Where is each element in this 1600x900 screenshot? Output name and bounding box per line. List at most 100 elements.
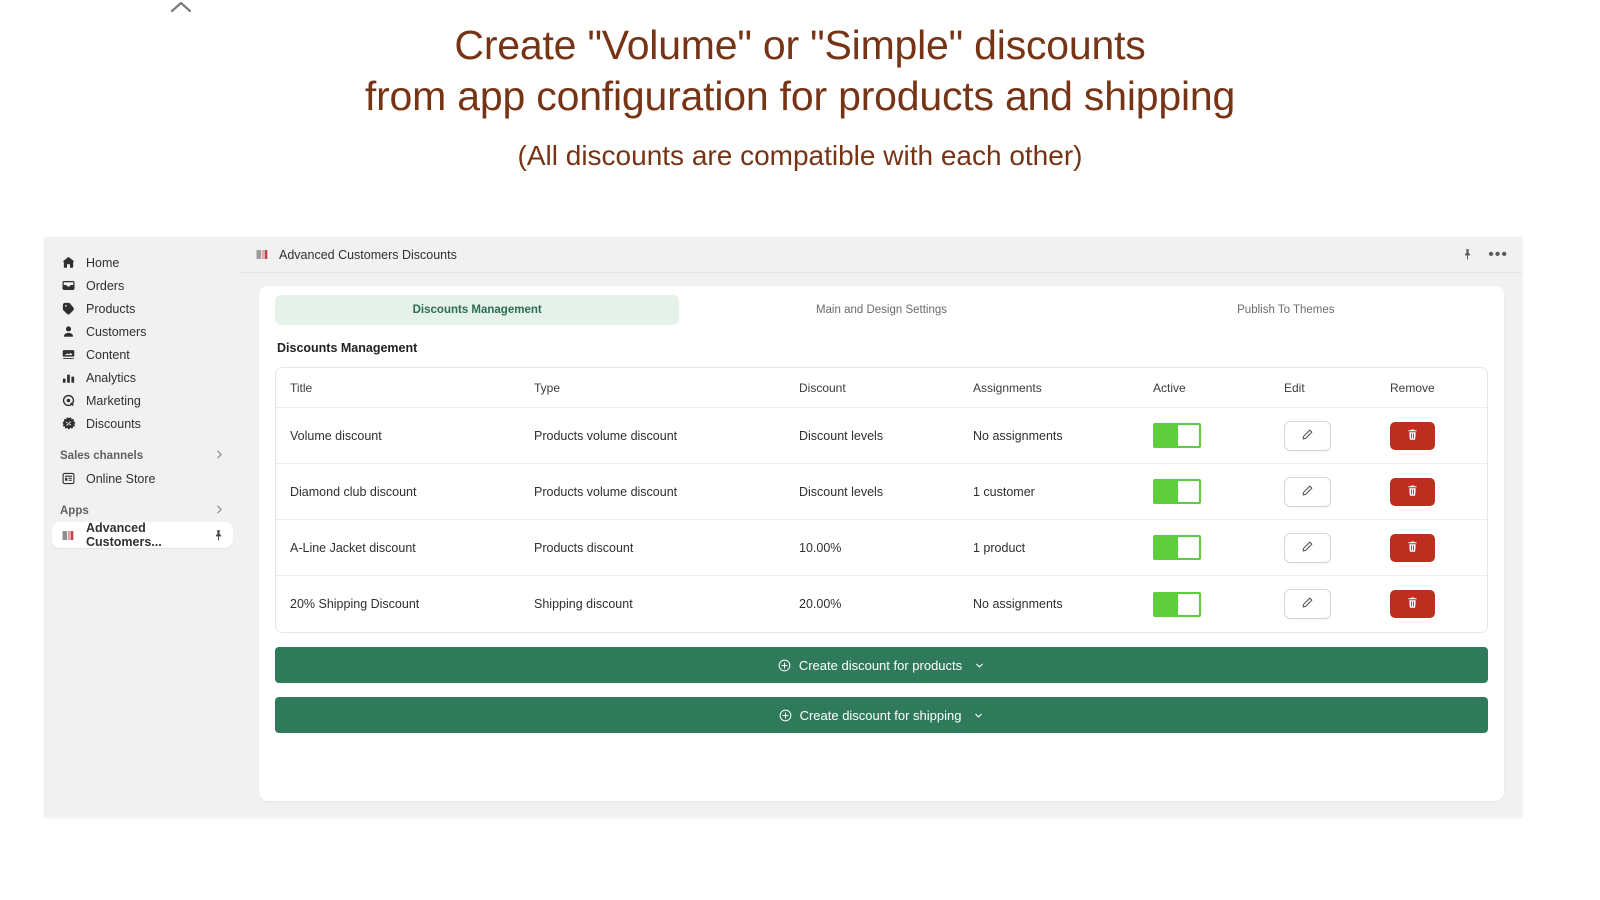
trash-icon xyxy=(1406,596,1419,612)
page-subheadline: (All discounts are compatible with each … xyxy=(517,140,1083,171)
cell-discount: 10.00% xyxy=(799,540,842,555)
toggle-knob xyxy=(1178,425,1199,446)
active-toggle[interactable] xyxy=(1153,535,1201,560)
cell-assignments: No assignments xyxy=(973,428,1063,443)
remove-button[interactable] xyxy=(1390,590,1435,618)
table-row: A-Line Jacket discount Products discount… xyxy=(276,520,1487,576)
create-discount-for-shipping-button[interactable]: Create discount for shipping xyxy=(275,697,1488,733)
cell-type: Products volume discount xyxy=(534,428,678,443)
toggle-knob xyxy=(1178,481,1199,502)
orders-inbox-icon xyxy=(60,277,77,294)
cell-type: Products volume discount xyxy=(534,484,678,499)
cell-remove xyxy=(1390,477,1473,506)
create-discount-for-products-button[interactable]: Create discount for products xyxy=(275,647,1488,683)
app-content-column: Advanced Customers Discounts ••• Discoun… xyxy=(241,237,1522,817)
sidebar-section-apps[interactable]: Apps xyxy=(60,504,225,518)
trash-icon xyxy=(1406,540,1419,556)
cell-type: Shipping discount xyxy=(534,597,633,611)
edit-button[interactable] xyxy=(1284,589,1331,619)
tab-discounts-management[interactable]: Discounts Management xyxy=(275,295,680,325)
active-toggle[interactable] xyxy=(1153,591,1201,617)
cell-title: Diamond club discount xyxy=(290,484,417,499)
sidebar-item-label: Marketing xyxy=(86,393,141,408)
cell-edit xyxy=(1284,476,1390,507)
tab-main-and-design-settings[interactable]: Main and Design Settings xyxy=(679,295,1083,325)
sidebar-item-online-store[interactable]: Online Store xyxy=(52,467,233,490)
bar-chart-icon xyxy=(60,369,77,386)
sidebar-item-label: Orders xyxy=(86,278,125,293)
discounts-table: Title Type Discount Assignments Active E… xyxy=(275,367,1488,633)
pin-icon[interactable] xyxy=(212,529,225,542)
pin-icon[interactable] xyxy=(1461,248,1474,261)
chevron-down-icon xyxy=(974,660,985,671)
more-horizontal-icon[interactable]: ••• xyxy=(1488,246,1508,262)
app-bar-actions: ••• xyxy=(1461,246,1508,262)
remove-button[interactable] xyxy=(1390,477,1435,506)
pencil-icon xyxy=(1301,428,1314,444)
sidebar-item-home[interactable]: Home xyxy=(52,251,233,274)
pencil-icon xyxy=(1301,540,1314,556)
edit-button[interactable] xyxy=(1284,532,1331,563)
marketing-target-icon xyxy=(60,392,77,409)
sidebar-item-orders[interactable]: Orders xyxy=(52,274,233,297)
table-row: Volume discount Products volume discount… xyxy=(276,408,1487,464)
tab-bar: Discounts Management Main and Design Set… xyxy=(275,286,1488,325)
cell-edit xyxy=(1284,420,1390,451)
sidebar-section-sales-channels[interactable]: Sales channels xyxy=(60,449,225,463)
storefront-icon xyxy=(60,470,77,487)
sidebar-item-products[interactable]: Products xyxy=(52,297,233,320)
table-header-row: Title Type Discount Assignments Active E… xyxy=(276,368,1487,408)
sidebar-section-label: Sales channels xyxy=(60,450,144,462)
column-header-type: Type xyxy=(534,380,561,395)
plus-circle-icon xyxy=(779,709,792,722)
sidebar-item-label: Content xyxy=(86,347,130,362)
plus-circle-icon xyxy=(778,659,791,672)
active-toggle[interactable] xyxy=(1153,423,1201,448)
headline-line-2: from app configuration for products and … xyxy=(364,73,1236,119)
cell-active xyxy=(1153,423,1284,448)
cell-discount: Discount levels xyxy=(799,428,884,443)
person-icon xyxy=(60,323,77,340)
column-header-active: Active xyxy=(1153,380,1186,395)
sidebar-item-label: Advanced Customers... xyxy=(86,521,162,549)
edit-button[interactable] xyxy=(1284,420,1331,451)
cell-remove xyxy=(1390,533,1473,562)
pencil-icon xyxy=(1301,484,1314,500)
toggle-knob xyxy=(1178,537,1199,558)
cell-remove xyxy=(1390,590,1473,618)
chevron-up-icon[interactable] xyxy=(168,0,194,18)
cell-remove xyxy=(1390,421,1473,450)
table-row: Diamond club discount Products volume di… xyxy=(276,464,1487,520)
headline-line-1: Create "Volume" or "Simple" discounts xyxy=(454,22,1146,68)
column-header-edit: Edit xyxy=(1284,380,1305,395)
cell-active xyxy=(1153,479,1284,504)
sidebar-item-label: Discounts xyxy=(86,416,141,431)
chevron-down-icon xyxy=(973,710,984,721)
sidebar-item-customers[interactable]: Customers xyxy=(52,320,233,343)
sidebar-item-analytics[interactable]: Analytics xyxy=(52,366,233,389)
column-header-assignments: Assignments xyxy=(973,380,1042,395)
sidebar-section-label: Apps xyxy=(60,505,89,517)
cell-discount: Discount levels xyxy=(799,484,884,499)
sidebar-item-marketing[interactable]: Marketing xyxy=(52,389,233,412)
cell-title: Volume discount xyxy=(290,428,382,443)
edit-button[interactable] xyxy=(1284,476,1331,507)
sidebar-item-advanced-customers-discounts[interactable]: Advanced Customers... xyxy=(52,521,233,549)
tab-publish-to-themes[interactable]: Publish To Themes xyxy=(1084,295,1488,325)
sidebar-item-label: Products xyxy=(86,301,136,316)
sidebar-item-label: Online Store xyxy=(86,471,156,486)
trash-icon xyxy=(1406,428,1419,444)
hero-text-block: Create "Volume" or "Simple" discounts fr… xyxy=(0,20,1600,174)
cell-assignments: 1 product xyxy=(973,540,1026,555)
remove-button[interactable] xyxy=(1390,533,1435,562)
sidebar-item-discounts[interactable]: Discounts xyxy=(52,412,233,435)
sidebar-item-label: Home xyxy=(86,255,120,270)
remove-button[interactable] xyxy=(1390,421,1435,450)
cell-title: A-Line Jacket discount xyxy=(290,540,416,555)
sidebar-item-content[interactable]: Content xyxy=(52,343,233,366)
app-logo-icon xyxy=(60,527,77,544)
active-toggle[interactable] xyxy=(1153,479,1201,504)
cell-edit xyxy=(1284,532,1390,563)
table-row: 20% Shipping Discount Shipping discount … xyxy=(276,576,1487,632)
app-logo-icon xyxy=(255,247,270,262)
